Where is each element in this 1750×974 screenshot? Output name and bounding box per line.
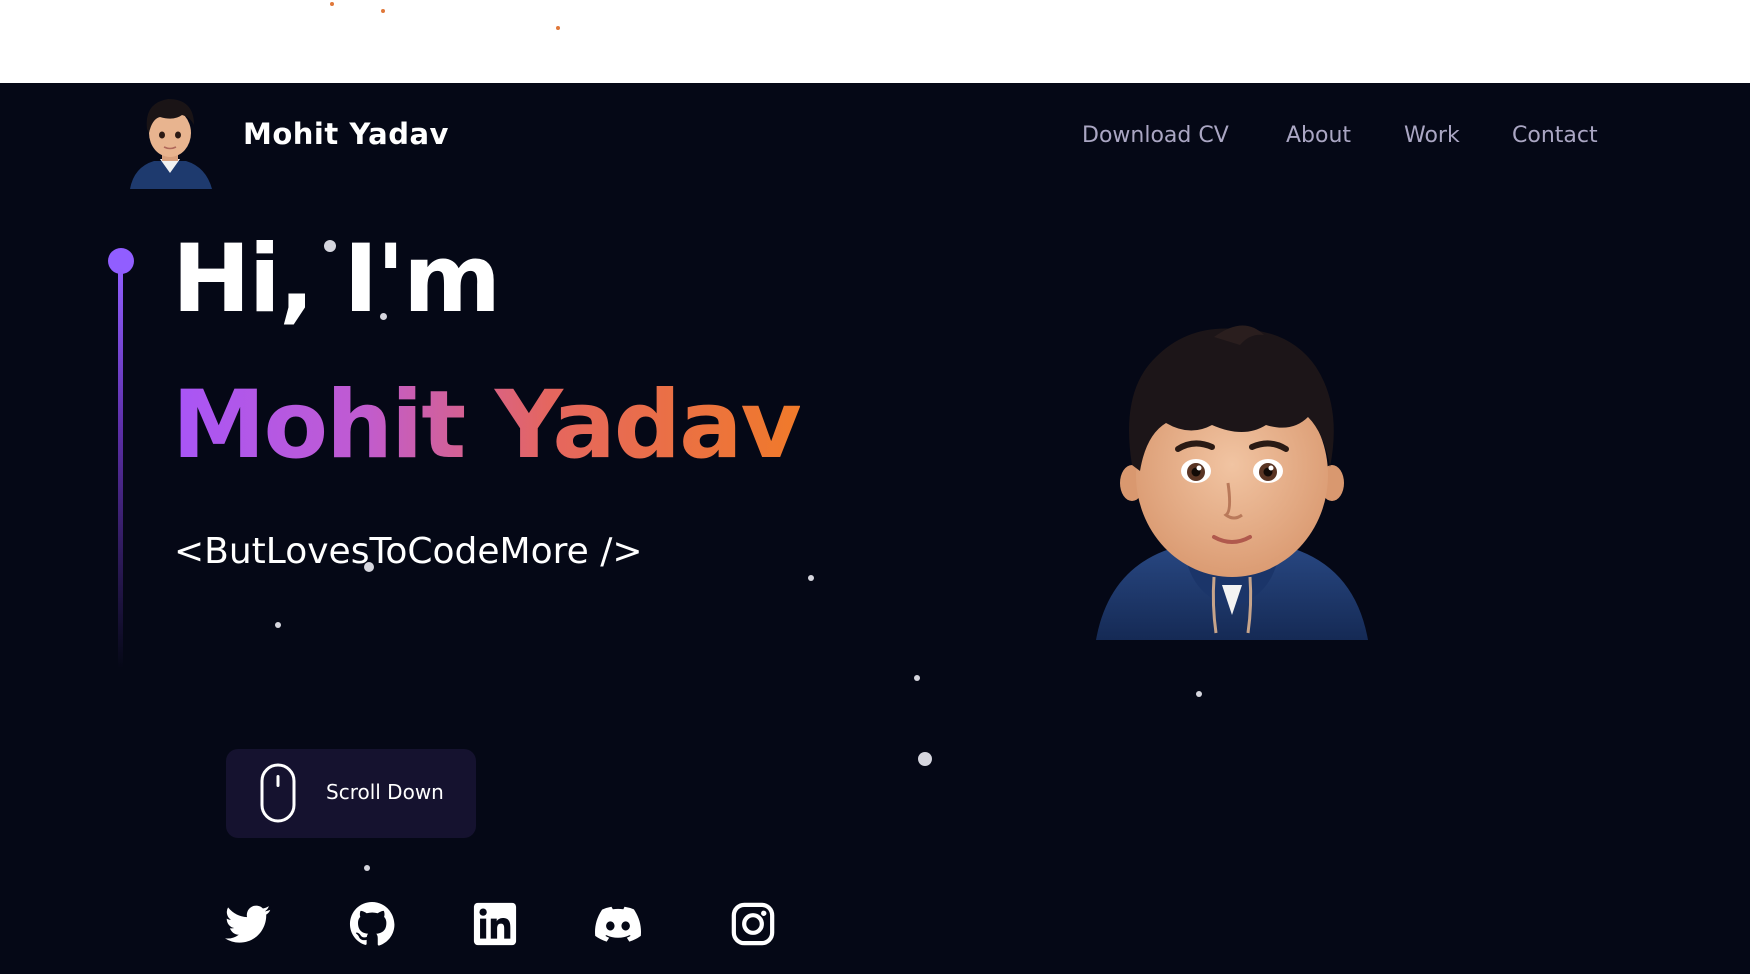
star-particle [914, 675, 920, 681]
nav-work[interactable]: Work [1404, 123, 1460, 148]
particle-dot [381, 9, 385, 13]
twitter-icon[interactable] [225, 901, 271, 947]
star-particle [275, 622, 281, 628]
navbar: Mohit Yadav Download CV About Work Conta… [0, 83, 1750, 193]
particle-dot [556, 26, 560, 30]
linkedin-icon[interactable] [472, 901, 518, 947]
brand-name[interactable]: Mohit Yadav [243, 117, 449, 151]
github-icon[interactable] [349, 901, 395, 947]
nav-contact[interactable]: Contact [1512, 123, 1598, 148]
top-strip [0, 0, 1750, 83]
nav-download-cv[interactable]: Download CV [1082, 123, 1229, 148]
star-particle [364, 562, 374, 572]
star-particle [364, 865, 370, 871]
mouse-icon [260, 763, 296, 823]
star-particle [808, 575, 814, 581]
scroll-down-label: Scroll Down [326, 780, 444, 804]
timeline-line [118, 268, 123, 668]
star-particle [324, 240, 336, 252]
hero-avatar [1094, 315, 1370, 640]
star-particle [1196, 691, 1202, 697]
scroll-down-button[interactable]: Scroll Down [226, 749, 476, 838]
logo-avatar[interactable] [124, 89, 216, 189]
star-particle [918, 752, 932, 766]
star-particle [380, 313, 387, 320]
discord-icon[interactable] [595, 901, 642, 947]
hero-section: Mohit Yadav Download CV About Work Conta… [0, 83, 1750, 974]
hero-tagline: <ButLovesToCodeMore /> [174, 531, 643, 572]
instagram-icon[interactable] [730, 901, 776, 947]
particle-dot [330, 2, 334, 6]
nav-about[interactable]: About [1286, 123, 1351, 148]
hero-name: Mohit Yadav [172, 371, 802, 480]
